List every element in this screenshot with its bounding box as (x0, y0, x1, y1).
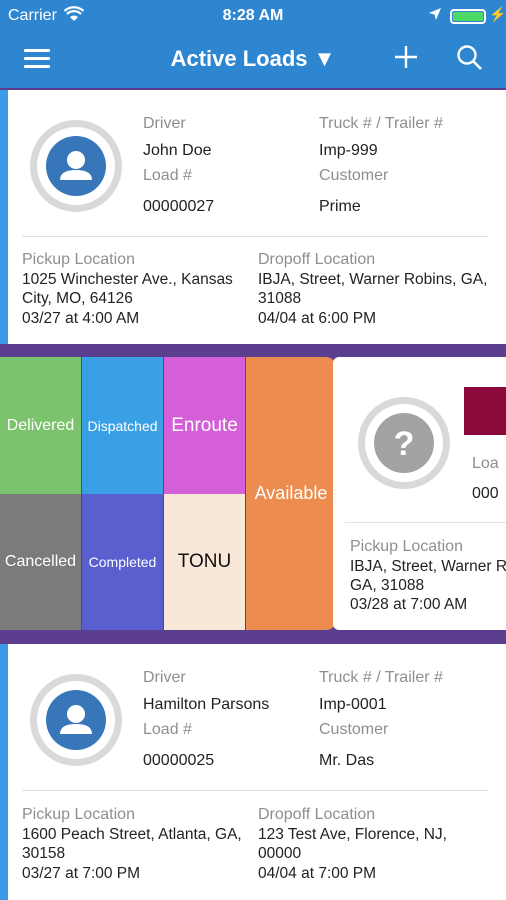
customer-badge (464, 387, 506, 435)
load-card-partial[interactable]: ? Loa 000 Pickup Location IBJA, Street, … (333, 357, 506, 630)
customer-label: Customer (319, 721, 389, 738)
pickup-time: 03/28 at 7:00 AM (350, 596, 468, 613)
battery-icon (450, 9, 486, 24)
load-card[interactable]: Driver John Doe Load # 00000027 Truck # … (0, 90, 506, 344)
driver-name: John Doe (143, 142, 212, 159)
page-title-dropdown[interactable]: Active Loads ▼ (0, 46, 506, 72)
divider (22, 790, 488, 791)
status-bar: Carrier 8:28 AM ⚡ (0, 0, 506, 32)
load-number-label: Load # (143, 721, 192, 738)
nav-bar: Active Loads ▼ (0, 32, 506, 88)
customer-name: Mr. Das (319, 752, 375, 769)
truck-number: Imp-0001 (319, 696, 387, 713)
load-number-label: Loa (472, 455, 499, 472)
tonu-action[interactable]: TONU (164, 494, 245, 630)
load-number: 00000025 (143, 752, 215, 769)
pickup-time: 03/27 at 4:00 AM (22, 310, 140, 327)
dropoff-time: 04/04 at 7:00 PM (258, 865, 377, 882)
driver-name: Hamilton Parsons (143, 696, 270, 713)
driver-label: Driver (143, 115, 186, 132)
divider (345, 522, 506, 523)
driver-label: Driver (143, 669, 186, 686)
pickup-label: Pickup Location (350, 538, 463, 555)
divider (22, 236, 488, 237)
card-accent (0, 644, 8, 900)
dropoff-address: IBJA, Street, Warner Robins, GA, 31088 (258, 271, 488, 307)
person-avatar-icon (46, 136, 106, 196)
dropoff-label: Dropoff Location (258, 251, 376, 268)
location-arrow-icon (428, 7, 442, 26)
pickup-label: Pickup Location (22, 251, 135, 268)
plus-icon[interactable] (393, 44, 419, 75)
charging-icon: ⚡ (489, 6, 506, 22)
truck-number: Imp-999 (319, 142, 378, 159)
person-avatar-icon (46, 690, 106, 750)
avatar: ? (358, 397, 450, 489)
card-accent (0, 90, 8, 344)
load-card[interactable]: Driver Hamilton Parsons Load # 00000025 … (0, 644, 506, 900)
dropoff-label: Dropoff Location (258, 806, 376, 823)
dropoff-time: 04/04 at 6:00 PM (258, 310, 377, 327)
load-number: 00000027 (143, 198, 215, 215)
pickup-address: IBJA, Street, Warner Robins, GA, 31088 (350, 558, 506, 594)
pickup-address: 1025 Winchester Ave., Kansas City, MO, 6… (22, 271, 233, 307)
available-action[interactable]: Available (246, 357, 336, 630)
customer-name: Prime (319, 198, 361, 215)
pickup-address: 1600 Peach Street, Atlanta, GA, 30158 (22, 826, 242, 862)
dropoff-address: 123 Test Ave, Florence, NJ, 00000 (258, 826, 447, 862)
delivered-action[interactable]: Delivered (0, 357, 81, 494)
avatar (30, 674, 122, 766)
swiped-load-row: Delivered Dispatched Enroute Cancelled C… (0, 357, 506, 630)
unknown-driver-icon: ? (374, 413, 434, 473)
pickup-time: 03/27 at 7:00 PM (22, 865, 141, 882)
load-number: 000 (472, 485, 499, 502)
customer-label: Customer (319, 167, 389, 184)
search-icon[interactable] (456, 44, 484, 77)
enroute-action[interactable]: Enroute (164, 357, 245, 494)
dispatched-action[interactable]: Dispatched (82, 357, 163, 494)
completed-action[interactable]: Completed (82, 494, 163, 630)
avatar (30, 120, 122, 212)
truck-trailer-label: Truck # / Trailer # (319, 669, 443, 686)
load-number-label: Load # (143, 167, 192, 184)
svg-text:?: ? (394, 425, 415, 463)
cancelled-action[interactable]: Cancelled (0, 494, 81, 630)
truck-trailer-label: Truck # / Trailer # (319, 115, 443, 132)
pickup-label: Pickup Location (22, 806, 135, 823)
